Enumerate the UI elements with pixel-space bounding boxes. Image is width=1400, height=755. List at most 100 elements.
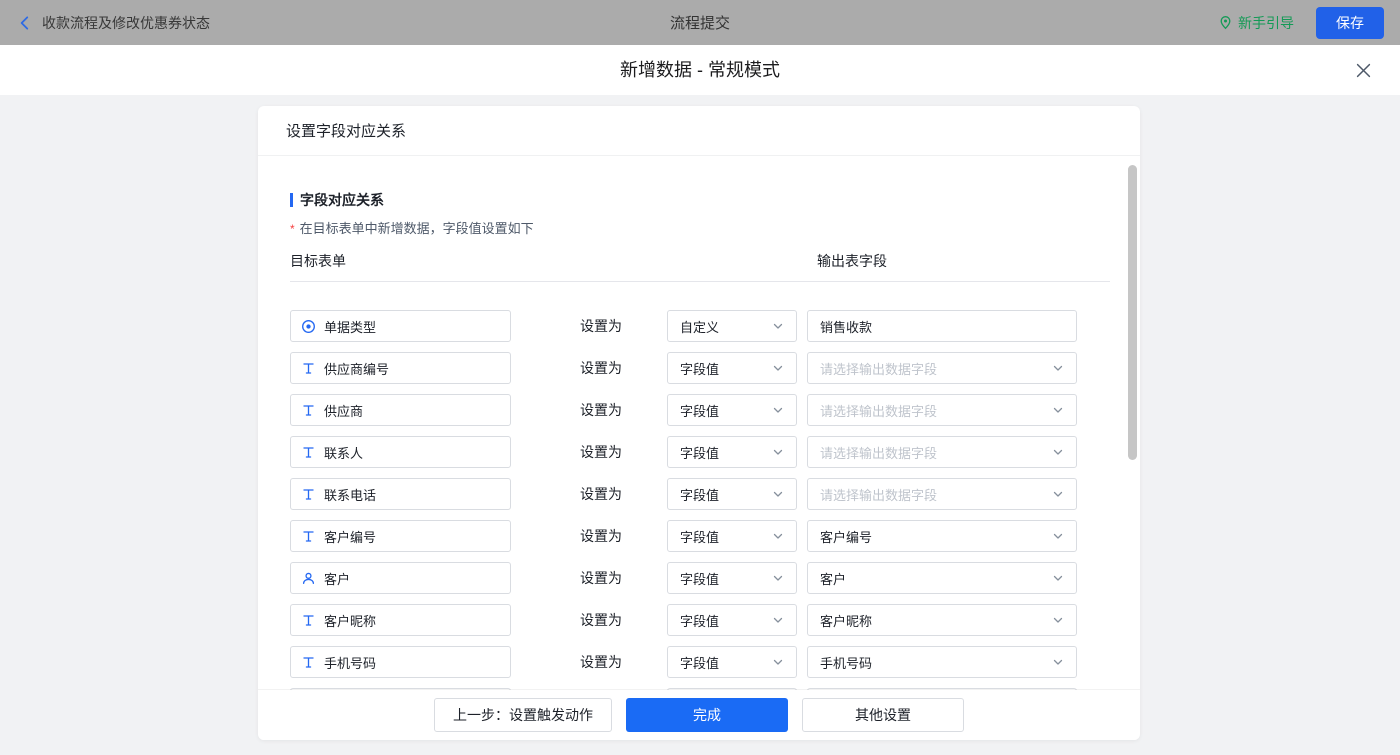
- target-field[interactable]: 单据类型: [290, 310, 511, 342]
- output-field-select[interactable]: 客户昵称: [807, 604, 1077, 636]
- mode-select[interactable]: 字段值: [667, 436, 797, 468]
- other-settings-button[interactable]: 其他设置: [802, 698, 964, 732]
- modal-header: 新增数据 - 常规模式: [0, 45, 1400, 95]
- field-mapping-row: 联系电话 设置为 字段值 请选择输出数据字段: [290, 478, 1108, 510]
- target-field[interactable]: 手机号码: [290, 646, 511, 678]
- chevron-down-icon: [1052, 404, 1064, 416]
- field-mapping-row: 单据类型 设置为 自定义 销售收款: [290, 310, 1108, 342]
- required-asterisk: *: [290, 222, 295, 236]
- text-icon: [301, 445, 316, 460]
- target-field-label: 供应商编号: [324, 361, 390, 377]
- target-field-label: 客户昵称: [324, 613, 377, 629]
- mode-select[interactable]: 字段值: [667, 352, 797, 384]
- target-field[interactable]: 客户: [290, 562, 511, 594]
- mode-select[interactable]: 字段值: [667, 394, 797, 426]
- chevron-down-icon: [1052, 656, 1064, 668]
- target-field-label: 单据类型: [324, 319, 377, 335]
- beginner-guide-label: 新手引导: [1238, 14, 1294, 31]
- mode-select[interactable]: 字段值: [667, 646, 797, 678]
- chevron-down-icon: [772, 656, 784, 668]
- chevron-down-icon: [772, 614, 784, 626]
- target-field[interactable]: 联系电话: [290, 478, 511, 510]
- output-field-select[interactable]: 客户: [807, 562, 1077, 594]
- set-as-label: 设置为: [580, 528, 622, 544]
- output-field-select[interactable]: 客户编号: [807, 520, 1077, 552]
- column-headers: 目标表单 输出表字段: [290, 251, 1110, 282]
- output-field-value: 客户编号: [820, 529, 873, 545]
- text-icon: [301, 487, 316, 502]
- target-field-label: 客户编号: [324, 529, 377, 545]
- field-mapping-row: 客户 设置为 字段值 客户: [290, 562, 1108, 594]
- set-as-label: 设置为: [580, 612, 622, 628]
- set-as-label: 设置为: [580, 444, 622, 460]
- output-field-select[interactable]: 请选择输出数据字段: [807, 352, 1077, 384]
- header-actions: 新手引导 保存: [1218, 6, 1384, 39]
- radio-icon: [301, 319, 316, 334]
- back-button[interactable]: 收款流程及修改优惠券状态: [16, 13, 210, 33]
- output-field-value: 请选择输出数据字段: [820, 487, 938, 503]
- output-field-select[interactable]: 请选择输出数据字段: [807, 394, 1077, 426]
- done-button[interactable]: 完成: [626, 698, 788, 732]
- mode-select[interactable]: 字段值: [667, 478, 797, 510]
- chevron-down-icon: [1052, 488, 1064, 500]
- field-mapping-row: 客户昵称 设置为 字段值 客户昵称: [290, 604, 1108, 636]
- mode-select[interactable]: 自定义: [667, 310, 797, 342]
- page-title: 流程提交: [669, 15, 731, 32]
- target-field[interactable]: 联系人: [290, 436, 511, 468]
- output-field-value: 请选择输出数据字段: [820, 403, 938, 419]
- field-mapping-row: 客户编号 设置为 字段值 客户编号: [290, 520, 1108, 552]
- field-mapping-list: 单据类型 设置为 自定义 销售收款 供应商编号 设置为 字段值 请选择输出数据字段 供应商 设置为…: [290, 310, 1108, 690]
- text-icon: [301, 529, 316, 544]
- chevron-left-icon: [16, 14, 34, 32]
- set-as-label: 设置为: [580, 360, 622, 376]
- mode-select-value: 字段值: [680, 487, 720, 503]
- output-field-select[interactable]: 请选择输出数据字段: [807, 436, 1077, 468]
- target-field[interactable]: 供应商编号: [290, 352, 511, 384]
- section-note: * 在目标表单中新增数据，字段值设置如下: [290, 221, 534, 236]
- field-mapping-row: 供应商 设置为 字段值 请选择输出数据字段: [290, 394, 1108, 426]
- mode-select-value: 字段值: [680, 529, 720, 545]
- beginner-guide-button[interactable]: 新手引导: [1218, 13, 1294, 33]
- target-field-label: 联系电话: [324, 487, 377, 503]
- field-mapping-row: 联系人 设置为 字段值 请选择输出数据字段: [290, 436, 1108, 468]
- section-title: 字段对应关系: [290, 190, 1108, 210]
- chevron-down-icon: [1052, 614, 1064, 626]
- chevron-down-icon: [772, 320, 784, 332]
- target-field[interactable]: 客户编号: [290, 520, 511, 552]
- text-icon: [301, 403, 316, 418]
- modal-title: 新增数据 - 常规模式: [620, 60, 780, 80]
- user-icon: [301, 571, 316, 586]
- chevron-down-icon: [772, 362, 784, 374]
- section-accent-bar: [290, 193, 293, 207]
- output-field-select[interactable]: 请选择输出数据字段: [807, 478, 1077, 510]
- app-header: 收款流程及修改优惠券状态 流程提交 新手引导 保存: [0, 0, 1400, 45]
- text-icon: [301, 655, 316, 670]
- mode-select[interactable]: 字段值: [667, 520, 797, 552]
- target-field-label: 联系人: [324, 445, 364, 461]
- vertical-scrollbar-thumb[interactable]: [1128, 165, 1137, 460]
- mode-select[interactable]: 字段值: [667, 604, 797, 636]
- output-field-select[interactable]: 手机号码: [807, 646, 1077, 678]
- text-icon: [301, 613, 316, 628]
- chevron-down-icon: [772, 530, 784, 542]
- field-mapping-row: 手机号码 设置为 字段值 手机号码: [290, 646, 1108, 678]
- chevron-down-icon: [772, 572, 784, 584]
- target-field[interactable]: 客户昵称: [290, 604, 511, 636]
- chevron-down-icon: [1052, 446, 1064, 458]
- target-field-label: 客户: [324, 571, 351, 587]
- chevron-down-icon: [772, 446, 784, 458]
- mode-select-value: 自定义: [680, 319, 720, 335]
- prev-step-button[interactable]: 上一步：设置触发动作: [434, 698, 612, 732]
- output-field-input[interactable]: 销售收款: [807, 310, 1077, 342]
- output-field-value: 客户昵称: [820, 613, 873, 629]
- guide-pin-icon: [1218, 15, 1233, 30]
- mode-select[interactable]: 字段值: [667, 562, 797, 594]
- field-mapping-panel: 设置字段对应关系 字段对应关系 * 在目标表单中新增数据，字段值设置如下 目标表单…: [258, 106, 1140, 740]
- target-field[interactable]: 供应商: [290, 394, 511, 426]
- output-field-value: 请选择输出数据字段: [820, 445, 938, 461]
- mode-select-value: 字段值: [680, 445, 720, 461]
- panel-title: 设置字段对应关系: [258, 106, 1140, 156]
- save-button[interactable]: 保存: [1316, 6, 1384, 39]
- close-icon[interactable]: [1352, 59, 1374, 81]
- mode-select-value: 字段值: [680, 655, 720, 671]
